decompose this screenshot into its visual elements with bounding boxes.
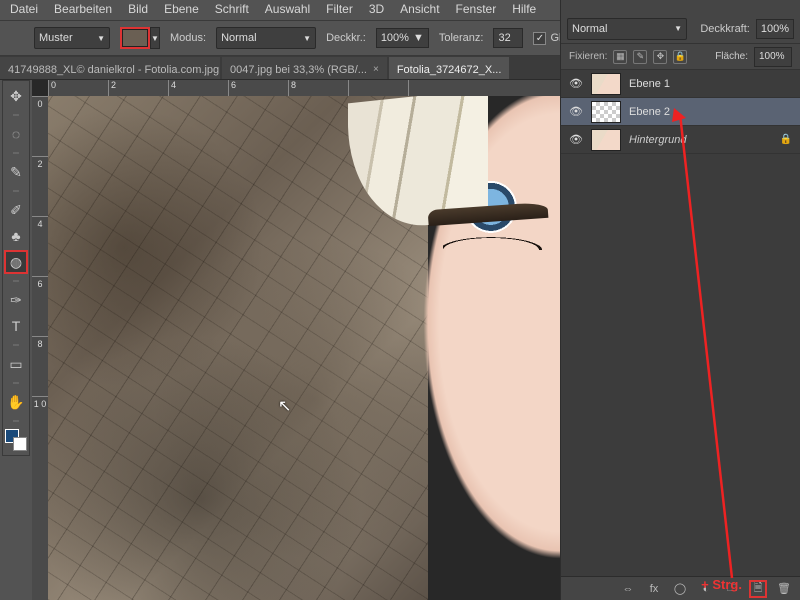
lock-icon: 🔒 — [780, 134, 792, 145]
type-tool-icon[interactable]: T — [5, 315, 27, 337]
document-area: 41749888_XL© danielkrol - Fotolia.com.jp… — [0, 56, 560, 600]
canvas-lashes — [443, 226, 560, 250]
layer-name[interactable]: Ebene 1 — [629, 78, 670, 90]
move-tool-icon[interactable]: ✥ — [5, 85, 27, 107]
mode-label: Modus: — [170, 32, 206, 44]
layer-blend-row: Normal▼ Deckkraft: 100% — [561, 14, 800, 44]
layer-fill-input[interactable]: 100% — [754, 47, 792, 67]
cursor-icon: ↖ — [278, 396, 291, 416]
menu-hilfe[interactable]: Hilfe — [512, 2, 536, 20]
pen-tool-icon[interactable]: ✑ — [5, 289, 27, 311]
menu-bild[interactable]: Bild — [128, 2, 148, 20]
document-tab[interactable]: Fotolia_3724672_X... — [389, 57, 510, 79]
ruler-vertical[interactable]: 024681 0 — [32, 96, 48, 600]
fx-icon[interactable]: fx — [646, 581, 662, 597]
mask-icon[interactable]: ◯ — [672, 581, 688, 597]
tool-separator: ⋯ — [5, 417, 27, 425]
menu-bearbeiten[interactable]: Bearbeiten — [54, 2, 112, 20]
fill-type-dropdown[interactable]: Muster▼ — [34, 27, 110, 49]
layers-footer: ⇔ fx ◯ ◐ 🗀 🗎 🗑 — [561, 576, 800, 600]
menu-ansicht[interactable]: Ansicht — [400, 2, 439, 20]
layer-name[interactable]: Hintergrund — [629, 134, 686, 146]
visibility-icon[interactable]: 👁 — [569, 105, 583, 119]
pattern-swatch[interactable] — [120, 27, 150, 49]
layer-opacity-label: Deckkraft: — [700, 23, 750, 35]
layer-row[interactable]: 👁 Hintergrund 🔒 — [561, 126, 800, 154]
lock-position-icon[interactable]: ✥ — [653, 50, 667, 64]
color-swatches[interactable] — [5, 429, 27, 451]
blend-mode-dropdown[interactable]: Normal▼ — [216, 27, 316, 49]
layer-thumbnail[interactable] — [591, 129, 621, 151]
tool-separator: ⋯ — [5, 341, 27, 349]
lock-label: Fixieren: — [569, 51, 607, 62]
opacity-input[interactable]: 100%▼ — [376, 28, 429, 48]
menu-ebene[interactable]: Ebene — [164, 2, 199, 20]
menu-schrift[interactable]: Schrift — [215, 2, 249, 20]
eyedropper-tool-icon[interactable]: ✎ — [5, 161, 27, 183]
menu-3d[interactable]: 3D — [369, 2, 384, 20]
tool-separator: ⋯ — [5, 379, 27, 387]
delete-layer-icon[interactable]: 🗑 — [776, 581, 792, 597]
document-tab[interactable]: 41749888_XL© danielkrol - Fotolia.com.jp… — [0, 57, 220, 79]
opacity-label: Deckkr.: — [326, 32, 366, 44]
layer-row[interactable]: 👁 Ebene 2 — [561, 98, 800, 126]
layer-fill-label: Fläche: — [715, 51, 748, 62]
layer-thumbnail[interactable] — [591, 73, 621, 95]
tool-separator: ⋯ — [5, 111, 27, 119]
visibility-icon[interactable]: 👁 — [569, 77, 583, 91]
layer-blend-dropdown[interactable]: Normal▼ — [567, 18, 687, 40]
tolerance-label: Toleranz: — [439, 32, 484, 44]
layer-row[interactable]: 👁 Ebene 1 — [561, 70, 800, 98]
pattern-swatch-dropdown[interactable]: ▼ — [150, 27, 160, 49]
tutorial-shortcut-text: + Strg. — [701, 577, 742, 592]
tool-separator: ⋯ — [5, 277, 27, 285]
canvas-viewport: 02468 024681 0 ↖ — [32, 80, 560, 600]
link-layers-icon[interactable]: ⇔ — [620, 581, 636, 597]
menu-auswahl[interactable]: Auswahl — [265, 2, 310, 20]
lock-pixels-icon[interactable]: ✎ — [633, 50, 647, 64]
tolerance-input[interactable]: 32 — [493, 28, 523, 48]
document-tabs: 41749888_XL© danielkrol - Fotolia.com.jp… — [0, 56, 560, 80]
pattern-swatch-group[interactable]: ▼ — [120, 27, 160, 49]
tool-separator: ⋯ — [5, 149, 27, 157]
layers-panel: Normal▼ Deckkraft: 100% Fixieren: ▦ ✎ ✥ … — [560, 0, 800, 600]
tool-palette: ✥ ⋯ ◌ ⋯ ✎ ⋯ ✐ ♣ ◍ ⋯ ✑ T ⋯ ▭ ⋯ ✋ ⋯ — [2, 80, 30, 456]
layer-lock-row: Fixieren: ▦ ✎ ✥ 🔒 Fläche: 100% — [561, 44, 800, 70]
menu-fenster[interactable]: Fenster — [456, 2, 497, 20]
antialias-checkbox[interactable]: ✓ — [533, 32, 546, 45]
layer-name[interactable]: Ebene 2 — [629, 106, 670, 118]
lock-transparency-icon[interactable]: ▦ — [613, 50, 627, 64]
menu-datei[interactable]: Datei — [10, 2, 38, 20]
ruler-horizontal[interactable]: 02468 — [48, 80, 560, 96]
clone-tool-icon[interactable]: ♣ — [5, 225, 27, 247]
rectangle-tool-icon[interactable]: ▭ — [5, 353, 27, 375]
fill-type-value: Muster — [39, 32, 73, 44]
blend-mode-value: Normal — [221, 32, 256, 44]
layer-opacity-input[interactable]: 100% — [756, 19, 794, 39]
layer-thumbnail[interactable] — [591, 101, 621, 123]
document-tab[interactable]: 0047.jpg bei 33,3% (RGB/...× — [222, 57, 387, 79]
close-icon[interactable]: × — [373, 64, 379, 75]
visibility-icon[interactable]: 👁 — [569, 133, 583, 147]
brush-tool-icon[interactable]: ✐ — [5, 199, 27, 221]
new-layer-icon[interactable]: 🗎 — [750, 581, 766, 597]
hand-tool-icon[interactable]: ✋ — [5, 391, 27, 413]
tool-separator: ⋯ — [5, 187, 27, 195]
menu-filter[interactable]: Filter — [326, 2, 353, 20]
lock-all-icon[interactable]: 🔒 — [673, 50, 687, 64]
layer-list: 👁 Ebene 1 👁 Ebene 2 👁 Hintergrund 🔒 — [561, 70, 800, 576]
bucket-tool-icon[interactable]: ◍ — [5, 251, 27, 273]
lasso-tool-icon[interactable]: ◌ — [5, 123, 27, 145]
background-color[interactable] — [13, 437, 27, 451]
canvas[interactable]: ↖ — [48, 96, 560, 600]
